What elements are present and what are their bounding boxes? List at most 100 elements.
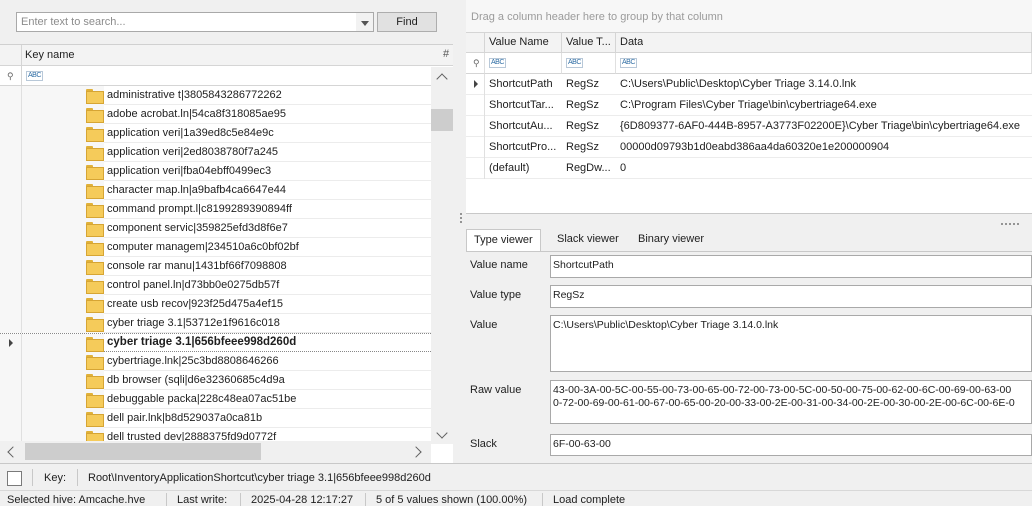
value-type-filter[interactable]: ABC [562, 53, 616, 74]
tab-binary-viewer[interactable]: Binary viewer [631, 229, 711, 251]
key-row[interactable]: character map.ln|a9bafb4ca6647e44 [0, 181, 431, 200]
row-indicator [466, 95, 485, 116]
value-type-cell: RegSz [566, 141, 600, 153]
data-cell: C:\Program Files\Cyber Triage\bin\cybert… [620, 99, 877, 111]
key-row[interactable]: cyber triage 3.1|656bfeee998d260d [0, 333, 431, 353]
value-type-cell: RegDw... [566, 162, 611, 174]
folder-icon [86, 89, 104, 104]
tab-type-viewer[interactable]: Type viewer [466, 229, 541, 251]
value-name-column-header[interactable]: Value Name [485, 33, 562, 53]
key-row[interactable]: cybertriage.lnk|25c3bd8808646266 [0, 352, 431, 371]
keys-vertical-scrollbar[interactable] [431, 67, 453, 444]
row-indicator [0, 238, 22, 257]
data-filter[interactable]: ABC [616, 53, 1032, 74]
folder-icon [86, 165, 104, 180]
value-row[interactable]: ShortcutTar... RegSz C:\Program Files\Cybe… [466, 95, 1032, 116]
raw-value-field[interactable]: 43-00-3A-00-5C-00-55-00-73-00-65-00-72-0… [550, 380, 1032, 424]
value-field[interactable]: C:\Users\Public\Desktop\Cyber Triage 3.1… [550, 315, 1032, 372]
value-name-label: Value name [470, 259, 528, 271]
key-name: db browser (sqli|d6e32360685c4d9a [107, 374, 285, 386]
scroll-down-icon[interactable] [436, 427, 448, 439]
key-row[interactable]: command prompt.l|c8199289390894ff [0, 200, 431, 219]
horizontal-splitter[interactable] [1000, 217, 1020, 225]
pin-icon: ⚲ [473, 58, 480, 68]
search-dropdown-button[interactable] [356, 12, 374, 32]
key-row[interactable]: adobe acrobat.ln|54ca8f318085ae95 [0, 105, 431, 124]
key-path: Root\InventoryApplicationShortcut\cyber … [88, 472, 431, 484]
keys-header: Key name # [0, 45, 453, 66]
current-row-icon [9, 339, 13, 347]
key-row[interactable]: application veri|fba04ebff0499ec3 [0, 162, 431, 181]
vertical-splitter[interactable] [459, 212, 463, 226]
value-type-field[interactable]: RegSz [550, 285, 1032, 308]
scroll-left-icon[interactable] [7, 446, 19, 458]
values-header-indicator [466, 33, 485, 53]
filter-indicator: ⚲ [0, 66, 22, 86]
filter-abc-icon[interactable]: ABC [26, 71, 43, 81]
value-row[interactable]: ShortcutPath RegSz C:\Users\Public\Desktop… [466, 74, 1032, 95]
group-hint: Drag a column header here to group by th… [471, 11, 723, 23]
key-checkbox[interactable] [7, 471, 22, 486]
group-by-area[interactable]: Drag a column header here to group by th… [466, 0, 1032, 33]
key-row[interactable]: application veri|1a39ed8c5e84e9c [0, 124, 431, 143]
key-row[interactable]: administrative t|3805843286772262 [0, 86, 431, 105]
folder-icon [86, 393, 104, 408]
value-row[interactable]: ShortcutPro... RegSz 00000d09793b1d0eabd38… [466, 137, 1032, 158]
status-bar: Selected hive: Amcache.hve Last write: 2… [0, 490, 1032, 506]
keys-horizontal-scrollbar[interactable] [0, 441, 431, 463]
row-indicator [0, 352, 22, 371]
data-column-header[interactable]: Data [616, 33, 1032, 53]
key-name: administrative t|3805843286772262 [107, 89, 282, 101]
values-grid: Value Name Value T... Data ⚲ ABC ABC ABC… [466, 33, 1032, 214]
key-name: component servic|359825efd3d8f6e7 [107, 222, 288, 234]
value-name-filter[interactable]: ABC [485, 53, 562, 74]
key-row[interactable]: dell pair.lnk|b8d529037a0ca81b [0, 409, 431, 428]
scroll-up-icon[interactable] [436, 73, 448, 85]
value-row[interactable]: (default) RegDw... 0 [466, 158, 1032, 179]
keys-filter-row: ⚲ ABC [0, 66, 453, 86]
search-input[interactable] [16, 12, 357, 32]
key-row[interactable]: console rar manu|1431bf66f7098808 [0, 257, 431, 276]
key-row[interactable]: debuggable packa|228c48ea07ac51be [0, 390, 431, 409]
type-viewer-panel: Value name ShortcutPath Value type RegSz… [466, 251, 1032, 463]
key-name: cybertriage.lnk|25c3bd8808646266 [107, 355, 279, 367]
row-indicator [0, 162, 22, 181]
key-name: application veri|2ed8038780f7a245 [107, 146, 279, 158]
separator [77, 469, 78, 486]
key-row[interactable]: component servic|359825efd3d8f6e7 [0, 219, 431, 238]
key-row[interactable]: create usb recov|923f25d475a4ef15 [0, 295, 431, 314]
search-bar: Find [0, 0, 453, 44]
separator [32, 469, 33, 486]
value-type-label: Value type [470, 289, 522, 301]
hash-column-header[interactable]: # [443, 48, 449, 60]
value-name-header-label: Value Name [489, 36, 549, 48]
key-path-bar: Key: Root\InventoryApplicationShortcut\c… [0, 463, 1032, 490]
key-name: dell pair.lnk|b8d529037a0ca81b [107, 412, 263, 424]
key-name: cyber triage 3.1|656bfeee998d260d [107, 336, 297, 348]
row-indicator [0, 409, 22, 428]
key-name-column-header[interactable]: Key name [25, 49, 75, 61]
value-type-column-header[interactable]: Value T... [562, 33, 616, 53]
filter-abc-icon: ABC [620, 58, 637, 68]
folder-icon [86, 298, 104, 313]
key-label: Key: [44, 472, 67, 484]
folder-icon [86, 184, 104, 199]
tab-slack-viewer[interactable]: Slack viewer [550, 229, 626, 251]
slack-field[interactable]: 6F-00-63-00 [550, 434, 1032, 456]
key-row[interactable]: application veri|2ed8038780f7a245 [0, 143, 431, 162]
key-name: console rar manu|1431bf66f7098808 [107, 260, 287, 272]
value-row[interactable]: ShortcutAu... RegSz {6D809377-6AF0-444B-89… [466, 116, 1032, 137]
scroll-right-icon[interactable] [410, 446, 422, 458]
folder-icon [86, 260, 104, 275]
key-row[interactable]: control panel.ln|d73bb0e0275db57f [0, 276, 431, 295]
find-button[interactable]: Find [377, 12, 437, 32]
row-indicator [0, 86, 22, 105]
key-row[interactable]: computer managem|234510a6c0bf02bf [0, 238, 431, 257]
folder-icon [86, 412, 104, 427]
key-row[interactable]: db browser (sqli|d6e32360685c4d9a [0, 371, 431, 390]
value-name-cell: (default) [489, 162, 530, 174]
key-row[interactable]: cyber triage 3.1|53712e1f9616c018 [0, 314, 431, 333]
hscroll-thumb[interactable] [25, 443, 261, 460]
value-name-field[interactable]: ShortcutPath [550, 255, 1032, 278]
scroll-thumb[interactable] [431, 109, 453, 131]
